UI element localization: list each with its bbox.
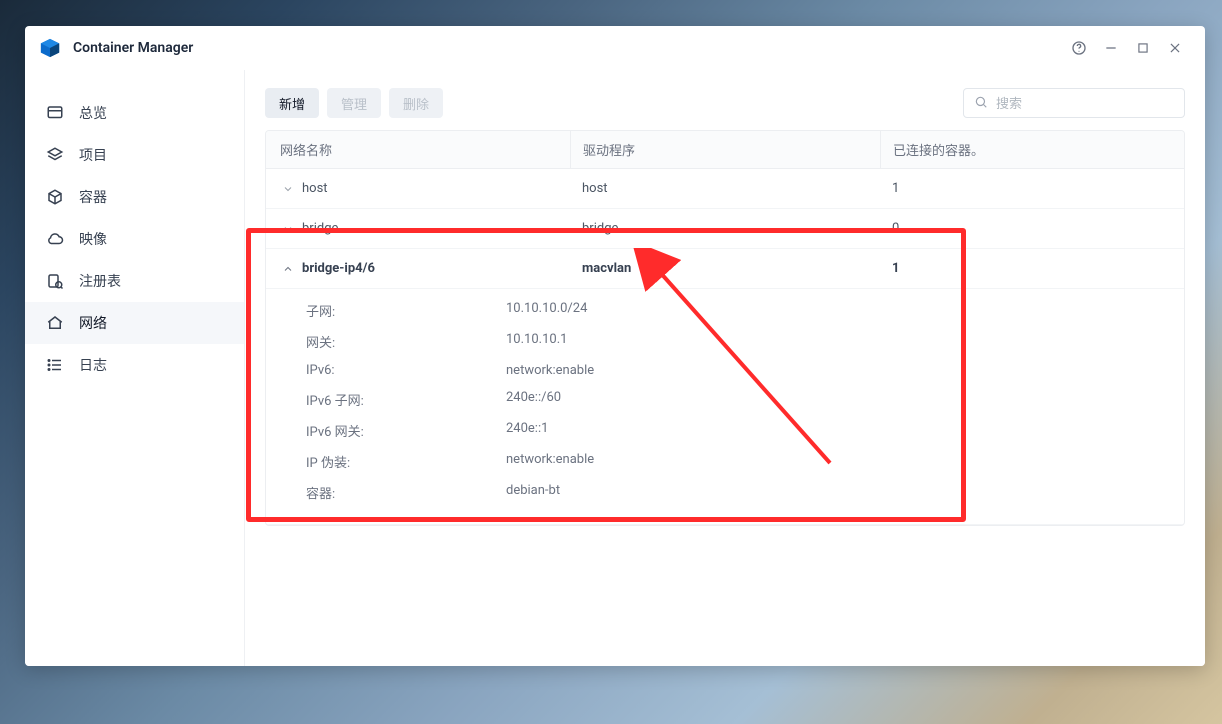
sidebar-item-log[interactable]: 日志 [25, 344, 244, 386]
cell-name: bridge [302, 221, 338, 236]
detail-ipv6-gateway-label: IPv6 网关: [306, 421, 506, 440]
table-row[interactable]: bridge-ip4/6 macvlan 1 [266, 249, 1184, 289]
close-button[interactable] [1159, 32, 1191, 64]
toolbar: 新增 管理 删除 [265, 88, 1185, 118]
sidebar-item-registry[interactable]: 注册表 [25, 260, 244, 302]
detail-gateway-value: 10.10.10.1 [506, 332, 567, 351]
row-details: 子网:10.10.10.0/24 网关:10.10.10.1 IPv6:netw… [266, 289, 1184, 525]
list-icon [45, 355, 65, 375]
detail-container-value: debian-bt [506, 483, 560, 502]
cell-connected: 1 [880, 181, 1184, 196]
cube-icon [45, 187, 65, 207]
sidebar-item-label: 总览 [79, 103, 107, 123]
detail-ipv6-label: IPv6: [306, 363, 506, 378]
col-header-name[interactable]: 网络名称 [266, 140, 570, 159]
app-logo-icon [39, 37, 61, 59]
main-content: 新增 管理 删除 网络名称 驱动程序 已连接的容器。 [245, 70, 1205, 666]
chevron-up-icon[interactable] [280, 261, 296, 277]
col-header-driver[interactable]: 驱动程序 [570, 131, 880, 168]
sidebar-item-label: 网络 [79, 313, 107, 333]
table-row[interactable]: host host 1 [266, 169, 1184, 209]
cell-name: bridge-ip4/6 [302, 261, 375, 276]
cell-name: host [302, 181, 328, 196]
sidebar-item-label: 映像 [79, 229, 107, 249]
sidebar-item-label: 注册表 [79, 271, 121, 291]
search-box[interactable] [963, 88, 1185, 118]
search-input[interactable] [996, 96, 1174, 111]
sidebar-item-label: 日志 [79, 355, 107, 375]
cell-driver: host [570, 181, 880, 196]
sidebar-item-container[interactable]: 容器 [25, 176, 244, 218]
network-icon [45, 313, 65, 333]
detail-ip-masq-label: IP 伪装: [306, 452, 506, 471]
table-header: 网络名称 驱动程序 已连接的容器。 [266, 131, 1184, 169]
titlebar: Container Manager [25, 26, 1205, 70]
cell-driver: macvlan [570, 261, 880, 276]
cell-driver: bridge [570, 221, 880, 236]
maximize-button[interactable] [1127, 32, 1159, 64]
sidebar: 总览 项目 容器 映像 [25, 70, 245, 666]
registry-icon [45, 271, 65, 291]
table-row[interactable]: bridge bridge 0 [266, 209, 1184, 249]
add-button[interactable]: 新增 [265, 88, 319, 118]
layers-icon [45, 145, 65, 165]
help-button[interactable] [1063, 32, 1095, 64]
sidebar-item-project[interactable]: 项目 [25, 134, 244, 176]
sidebar-item-image[interactable]: 映像 [25, 218, 244, 260]
detail-subnet-label: 子网: [306, 301, 506, 320]
detail-ip-masq-value: network:enable [506, 452, 594, 471]
chevron-down-icon[interactable] [280, 221, 296, 237]
app-window: Container Manager 总览 [25, 26, 1205, 666]
cell-connected: 0 [880, 221, 1184, 236]
search-icon [974, 94, 988, 113]
window-title: Container Manager [73, 40, 193, 56]
detail-subnet-value: 10.10.10.0/24 [506, 301, 587, 320]
detail-ipv6-subnet-value: 240e::/60 [506, 390, 561, 409]
chevron-down-icon[interactable] [280, 181, 296, 197]
sidebar-item-label: 容器 [79, 187, 107, 207]
detail-ipv6-subnet-label: IPv6 子网: [306, 390, 506, 409]
delete-button[interactable]: 删除 [389, 88, 443, 118]
sidebar-item-label: 项目 [79, 145, 107, 165]
sidebar-item-network[interactable]: 网络 [25, 302, 244, 344]
network-table: 网络名称 驱动程序 已连接的容器。 host host 1 bridge [265, 130, 1185, 526]
col-header-connected[interactable]: 已连接的容器。 [880, 131, 1184, 168]
detail-ipv6-value: network:enable [506, 363, 594, 378]
manage-button[interactable]: 管理 [327, 88, 381, 118]
sidebar-item-overview[interactable]: 总览 [25, 92, 244, 134]
detail-ipv6-gateway-value: 240e::1 [506, 421, 548, 440]
dashboard-icon [45, 103, 65, 123]
detail-container-label: 容器: [306, 483, 506, 502]
minimize-button[interactable] [1095, 32, 1127, 64]
detail-gateway-label: 网关: [306, 332, 506, 351]
cell-connected: 1 [880, 261, 1184, 276]
cloud-icon [45, 229, 65, 249]
